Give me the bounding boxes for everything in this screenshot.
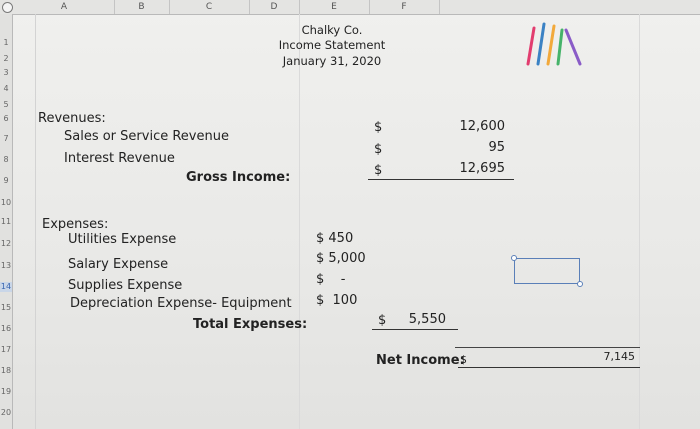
total-expenses-underline	[372, 329, 458, 330]
gross-income-label: Gross Income:	[186, 170, 291, 185]
total-expenses-amount: 5,550	[408, 312, 446, 327]
gross-income-amount: 12,695	[459, 161, 506, 176]
row-header-15[interactable]: 15	[0, 303, 12, 313]
drawing-rectangle[interactable]	[514, 258, 580, 284]
expense-item-amount: $ 5,000	[316, 251, 366, 266]
statement-title: Income Statement	[278, 38, 386, 52]
revenue-item-amount: 95	[488, 140, 505, 155]
net-income-label: Net Income:	[376, 353, 465, 368]
row-header-20[interactable]: 20	[0, 408, 12, 418]
expense-item-amount: $ 450	[316, 231, 354, 246]
company-name: Chalky Co.	[301, 23, 363, 37]
revenues-label: Revenues:	[38, 111, 106, 126]
net-income-currency: $	[460, 353, 467, 366]
revenue-item-amount: 12,600	[459, 119, 506, 134]
row-header-17[interactable]: 17	[0, 345, 12, 355]
expenses-label: Expenses:	[42, 217, 109, 232]
gridline	[299, 14, 300, 429]
total-expenses-currency: $	[378, 313, 387, 328]
select-all-button[interactable]	[2, 2, 13, 13]
spreadsheet-sheet: A B C D E F 1 2 3 4 5 6 7 8 9 10 11 12 1…	[0, 0, 700, 429]
row-header-2[interactable]: 2	[0, 54, 12, 64]
statement-date: January 31, 2020	[282, 54, 382, 68]
row-header-5[interactable]: 5	[0, 100, 12, 110]
column-header-bar: A B C D E F	[0, 0, 700, 15]
total-expenses-label: Total Expenses:	[193, 317, 308, 332]
resize-handle[interactable]	[577, 281, 583, 287]
gridline	[35, 14, 36, 429]
row-header-10[interactable]: 10	[0, 198, 12, 208]
resize-handle[interactable]	[511, 255, 517, 261]
row-header-16[interactable]: 16	[0, 324, 12, 334]
row-header-4[interactable]: 4	[0, 84, 12, 94]
gross-income-currency: $	[374, 163, 383, 178]
row-header-7[interactable]: 7	[0, 134, 12, 144]
row-header-3[interactable]: 3	[0, 68, 12, 78]
row-header-14[interactable]: 14	[0, 282, 12, 292]
gross-income-underline	[368, 179, 514, 180]
net-income-amount: 7,145	[603, 350, 636, 363]
expense-item-name: Utilities Expense	[68, 232, 177, 247]
expense-item-name: Supplies Expense	[68, 278, 183, 293]
net-income-top-line	[455, 347, 640, 348]
column-header-a[interactable]: A	[14, 0, 115, 14]
revenue-item-name: Interest Revenue	[64, 151, 175, 166]
row-header-18[interactable]: 18	[0, 366, 12, 376]
revenue-item-currency: $	[374, 120, 383, 135]
expense-item-name: Salary Expense	[68, 257, 169, 272]
expense-item-name: Depreciation Expense- Equipment	[70, 296, 292, 311]
row-header-6[interactable]: 6	[0, 114, 12, 124]
revenue-item-currency: $	[374, 142, 383, 157]
row-header-13[interactable]: 13	[0, 261, 12, 271]
column-header-f[interactable]: F	[369, 0, 440, 14]
net-income-underline	[458, 367, 640, 368]
row-header-12[interactable]: 12	[0, 239, 12, 249]
expense-item-amount: $ -	[316, 272, 346, 287]
column-header-e[interactable]: E	[299, 0, 370, 14]
row-header-19[interactable]: 19	[0, 387, 12, 397]
revenue-item-name: Sales or Service Revenue	[64, 129, 229, 144]
row-header-9[interactable]: 9	[0, 176, 12, 186]
row-header-8[interactable]: 8	[0, 155, 12, 165]
expense-item-amount: $ 100	[316, 293, 358, 308]
row-header-1[interactable]: 1	[0, 38, 12, 48]
colored-strokes-logo	[526, 22, 582, 66]
column-header-b[interactable]: B	[114, 0, 170, 14]
column-header-c[interactable]: C	[169, 0, 250, 14]
row-header-11[interactable]: 11	[0, 217, 12, 227]
column-header-d[interactable]: D	[249, 0, 300, 14]
